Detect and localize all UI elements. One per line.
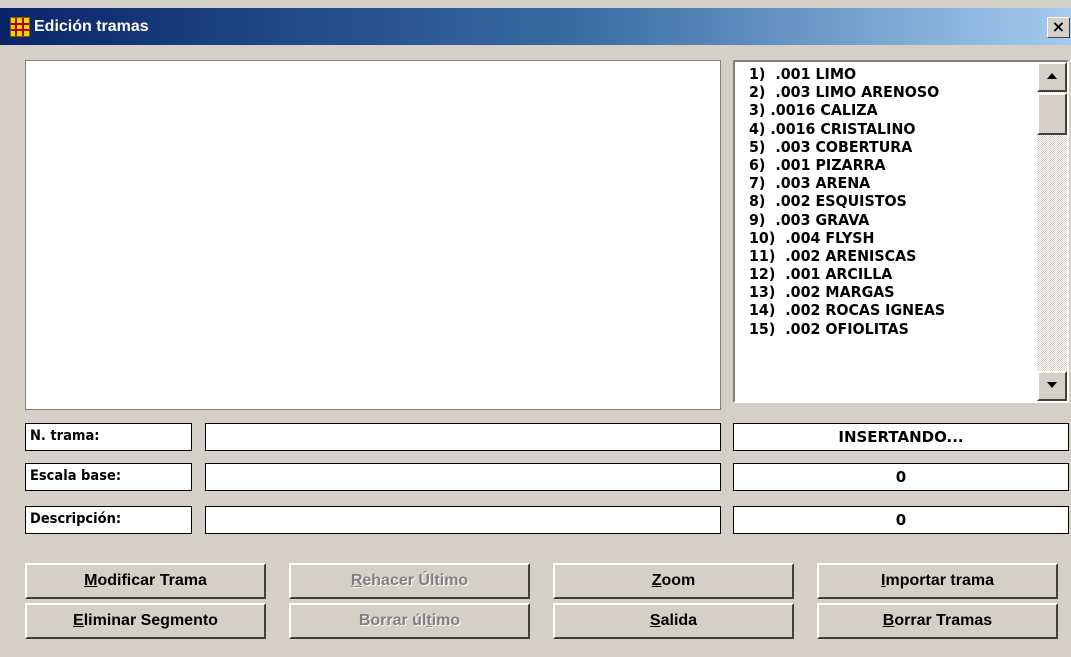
pattern-drawing-canvas[interactable] (25, 60, 721, 410)
list-item[interactable]: 10) .004 FLYSH (749, 229, 945, 247)
borrar-tramas-button[interactable]: Borrar Tramas (817, 603, 1058, 639)
pattern-listbox[interactable]: 1) .001 LIMO 2) .003 LIMO ARENOSO 3) .0016… (733, 60, 1069, 403)
n-trama-label: N. trama: (25, 423, 192, 451)
value1-status: 0 (733, 463, 1069, 491)
edicion-tramas-window: Edición tramas × 1) .001 LIMO 2) .003 LIM… (0, 0, 1071, 657)
title-bar[interactable]: Edición tramas × (0, 8, 1071, 45)
button-label: Importar trama (881, 572, 994, 589)
button-label: Modificar Trama (84, 572, 207, 589)
list-item[interactable]: 13) .002 MARGAS (749, 283, 945, 301)
descripcion-field[interactable] (205, 506, 721, 534)
salida-button[interactable]: Salida (553, 603, 794, 639)
borrar-ultimo-button[interactable]: Borrar último (289, 603, 530, 639)
pattern-list-items: 1) .001 LIMO 2) .003 LIMO ARENOSO 3) .0016… (749, 65, 945, 338)
value2-status: 0 (733, 506, 1069, 534)
scroll-down-button[interactable] (1037, 371, 1067, 401)
importar-trama-button[interactable]: Importar trama (817, 563, 1058, 599)
window-title: Edición tramas (34, 18, 149, 35)
app-grid-icon (10, 17, 30, 37)
modificar-trama-button[interactable]: Modificar Trama (25, 563, 266, 599)
list-item[interactable]: 8) .002 ESQUISTOS (749, 192, 945, 210)
list-item[interactable]: 2) .003 LIMO ARENOSO (749, 83, 945, 101)
escala-base-label: Escala base: (25, 463, 192, 491)
list-item[interactable]: 9) .003 GRAVA (749, 211, 945, 229)
list-item[interactable]: 6) .001 PIZARRA (749, 156, 945, 174)
list-item[interactable]: 3) .0016 CALIZA (749, 101, 945, 119)
button-label: Salida (649, 612, 698, 629)
scroll-up-button[interactable] (1037, 62, 1067, 92)
list-scrollbar[interactable] (1037, 62, 1067, 401)
n-trama-field[interactable] (205, 423, 721, 451)
arrow-up-icon (1047, 73, 1057, 79)
list-item[interactable]: 7) .003 ARENA (749, 174, 945, 192)
zoom-button[interactable]: Zoom (553, 563, 794, 599)
list-item[interactable]: 11) .002 ARENISCAS (749, 247, 945, 265)
list-item[interactable]: 12) .001 ARCILLA (749, 265, 945, 283)
list-item[interactable]: 15) .002 OFIOLITAS (749, 320, 945, 338)
button-label: Rehacer Último (350, 572, 469, 589)
rehacer-ultimo-button[interactable]: Rehacer Último (289, 563, 530, 599)
close-button[interactable]: × (1047, 17, 1070, 38)
list-item[interactable]: 14) .002 ROCAS IGNEAS (749, 301, 945, 319)
list-item[interactable]: 5) .003 COBERTURA (749, 138, 945, 156)
list-item[interactable]: 1) .001 LIMO (749, 65, 945, 83)
mode-status: INSERTANDO... (733, 423, 1069, 451)
button-label: Borrar Tramas (882, 612, 993, 629)
scroll-thumb[interactable] (1037, 93, 1067, 135)
button-label: Zoom (651, 572, 696, 589)
close-icon: × (1051, 17, 1066, 36)
list-item[interactable]: 4) .0016 CRISTALINO (749, 120, 945, 138)
button-label: Borrar último (358, 612, 461, 629)
button-label: Eliminar Segmento (73, 612, 218, 629)
descripcion-label: Descripción: (25, 506, 192, 534)
arrow-down-icon (1047, 382, 1057, 388)
escala-base-field[interactable] (205, 463, 721, 491)
eliminar-segmento-button[interactable]: Eliminar Segmento (25, 603, 266, 639)
